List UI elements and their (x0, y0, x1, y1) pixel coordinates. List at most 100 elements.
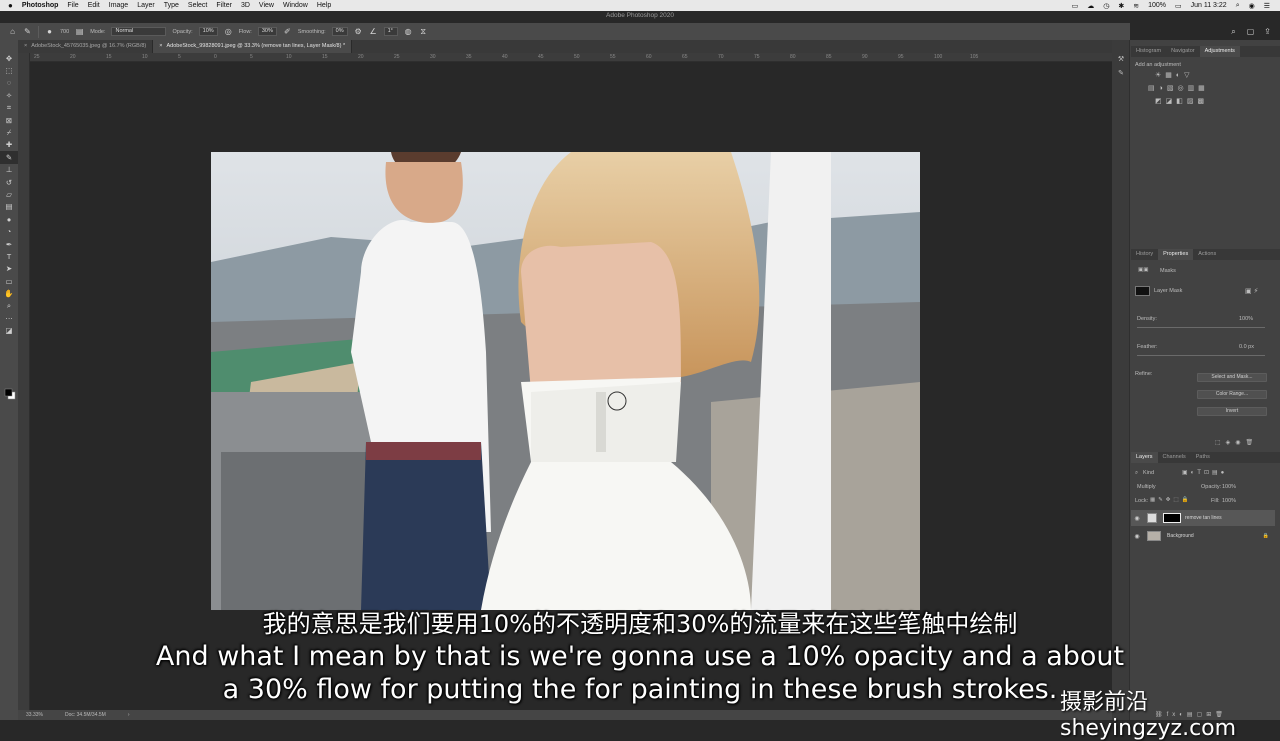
tab-channels[interactable]: Channels (1158, 452, 1191, 463)
healing-tool-icon[interactable]: ✚ (0, 139, 18, 151)
quick-select-tool-icon[interactable]: ✧ (0, 89, 18, 101)
symmetry-icon[interactable]: ⧖ (419, 27, 428, 36)
menu-help[interactable]: Help (317, 2, 331, 9)
cloud-icon[interactable]: ☁ (1087, 2, 1094, 10)
menu-window[interactable]: Window (283, 2, 308, 9)
opacity-field[interactable]: 10% (198, 27, 218, 36)
angle-field[interactable]: 1° (383, 27, 398, 36)
battery-icon[interactable]: ▭ (1175, 2, 1182, 10)
menu-app-name[interactable]: Photoshop (22, 2, 59, 9)
menu-type[interactable]: Type (164, 2, 179, 9)
bluetooth-icon[interactable]: ✱ (1118, 2, 1124, 10)
default-colors-icon[interactable]: ◪ (0, 325, 18, 337)
feather-slider[interactable] (1137, 355, 1265, 356)
lasso-tool-icon[interactable]: ◌ (0, 77, 18, 89)
layer-opacity-field[interactable]: 100% (1222, 484, 1236, 490)
layer-mask-thumbnail[interactable] (1163, 513, 1181, 523)
menu-3d[interactable]: 3D (241, 2, 250, 9)
home-icon[interactable]: ⌂ (8, 27, 17, 36)
notification-icon[interactable]: ☰ (1264, 2, 1270, 10)
tab-actions[interactable]: Actions (1193, 249, 1221, 260)
tab-history[interactable]: History (1131, 249, 1158, 260)
history-brush-tool-icon[interactable]: ↺ (0, 176, 18, 188)
blend-mode-select[interactable]: Multiply (1137, 484, 1197, 490)
horizontal-ruler[interactable]: 25 20 15 10 5 0 5 10 15 20 25 30 35 40 45 50 55 60 65 70 75 8… (30, 53, 1112, 62)
smoothing-field[interactable]: 0% (331, 27, 348, 36)
document-tab-active[interactable]: × AdobeStock_99828091.jpeg @ 33.3% (remov… (153, 40, 353, 53)
brush-settings-icon[interactable]: ▤ (75, 27, 84, 36)
dodge-tool-icon[interactable]: ◔ (0, 225, 18, 237)
screen-icon[interactable]: ▭ (1072, 2, 1079, 10)
kind-filter[interactable]: Kind (1143, 470, 1154, 476)
density-value[interactable]: 100% (1239, 316, 1253, 322)
frame-tool-icon[interactable]: ⊠ (0, 114, 18, 126)
path-select-tool-icon[interactable]: ➤ (0, 263, 18, 275)
apple-icon[interactable]: ● (8, 1, 13, 10)
layer-name[interactable]: Background (1167, 533, 1194, 539)
lock-icons[interactable]: ▦✎✥⬚🔒 (1150, 497, 1191, 503)
toolbar-collapse[interactable] (0, 40, 18, 52)
menu-image[interactable]: Image (109, 2, 128, 9)
more-tools-icon[interactable]: ⋯ (0, 312, 18, 324)
search-icon[interactable]: ⌕ (1236, 2, 1240, 10)
crop-tool-icon[interactable]: ⌗ (0, 102, 18, 114)
layer-row-background[interactable]: ◉ Background 🔒 (1131, 528, 1275, 544)
invert-button[interactable]: Invert (1197, 407, 1267, 416)
marquee-tool-icon[interactable]: ⬚ (0, 64, 18, 76)
type-tool-icon[interactable]: T (0, 250, 18, 262)
tab-layers[interactable]: Layers (1131, 452, 1158, 463)
layer-row-remove-tan-lines[interactable]: ◉ remove tan lines (1131, 510, 1275, 526)
mask-action-icons[interactable]: ⬚◈◉🗑 (1215, 439, 1258, 446)
brush-tool-icon[interactable]: ✎ (0, 151, 18, 164)
mask-type-icons[interactable]: ▣ ⚡ (1245, 287, 1258, 295)
zoom-tool-icon[interactable]: ⌕ (0, 300, 18, 312)
brush-preset-icon[interactable]: ● (45, 27, 54, 36)
clone-stamp-tool-icon[interactable]: ⊥ (0, 164, 18, 176)
timer-icon[interactable]: ◷ (1103, 2, 1109, 10)
eye-icon[interactable]: ◉ (1131, 533, 1143, 540)
gear-icon[interactable]: ⚙ (354, 27, 363, 36)
hand-tool-icon[interactable]: ✋ (0, 287, 18, 299)
feather-value[interactable]: 0.0 px (1239, 344, 1254, 350)
adjustment-icons-row3[interactable]: ◩◪◧▨▩ (1155, 97, 1208, 105)
siri-icon[interactable]: ◉ (1249, 2, 1255, 10)
adjustment-icons-row1[interactable]: ☀▦◐▽ (1155, 71, 1194, 79)
color-range-button[interactable]: Color Range... (1197, 390, 1267, 399)
tab-properties[interactable]: Properties (1158, 249, 1194, 260)
menu-edit[interactable]: Edit (88, 2, 100, 9)
document-image[interactable] (211, 152, 920, 610)
mode-select[interactable]: Normal (111, 27, 167, 36)
layer-filter-icons[interactable]: ▣◐T⊡▤● (1182, 469, 1227, 476)
brush-tool-icon[interactable]: ✎ (23, 27, 32, 36)
blur-tool-icon[interactable]: ● (0, 213, 18, 225)
menu-filter[interactable]: Filter (216, 2, 232, 9)
tab-navigator[interactable]: Navigator (1166, 46, 1200, 57)
brush-settings-panel-icon[interactable]: ✎ (1112, 66, 1130, 80)
status-arrow-icon[interactable]: › (128, 712, 130, 718)
workspace-icon[interactable]: ▢ (1246, 27, 1255, 36)
menu-select[interactable]: Select (188, 2, 207, 9)
pen-tool-icon[interactable]: ✒ (0, 238, 18, 250)
gradient-tool-icon[interactable]: ▤ (0, 201, 18, 213)
fill-field[interactable]: 100% (1222, 498, 1236, 504)
pressure-size-icon[interactable]: ◍ (404, 27, 413, 36)
eyedropper-tool-icon[interactable]: ⌿ (0, 126, 18, 138)
pressure-opacity-icon[interactable]: ◎ (224, 27, 233, 36)
select-and-mask-button[interactable]: Select and Mask... (1197, 373, 1267, 382)
flow-field[interactable]: 30% (257, 27, 277, 36)
color-swatches[interactable] (4, 388, 16, 400)
close-icon[interactable]: × (159, 43, 162, 49)
close-icon[interactable]: × (24, 43, 27, 49)
layer-name[interactable]: remove tan lines (1185, 515, 1222, 521)
tab-histogram[interactable]: Histogram (1131, 46, 1166, 57)
density-slider[interactable] (1137, 327, 1265, 328)
eraser-tool-icon[interactable]: ▱ (0, 188, 18, 200)
menu-layer[interactable]: Layer (137, 2, 155, 9)
move-tool-icon[interactable]: ✥ (0, 52, 18, 64)
datetime[interactable]: Jun 11 3:22 (1191, 2, 1227, 9)
document-tab[interactable]: × AdobeStock_45765035.jpeg @ 16.7% (RGB/8… (18, 40, 154, 53)
share-icon[interactable]: ⇪ (1263, 27, 1272, 36)
tab-paths[interactable]: Paths (1191, 452, 1215, 463)
menu-view[interactable]: View (259, 2, 274, 9)
search-icon[interactable]: ⌕ (1229, 27, 1238, 36)
